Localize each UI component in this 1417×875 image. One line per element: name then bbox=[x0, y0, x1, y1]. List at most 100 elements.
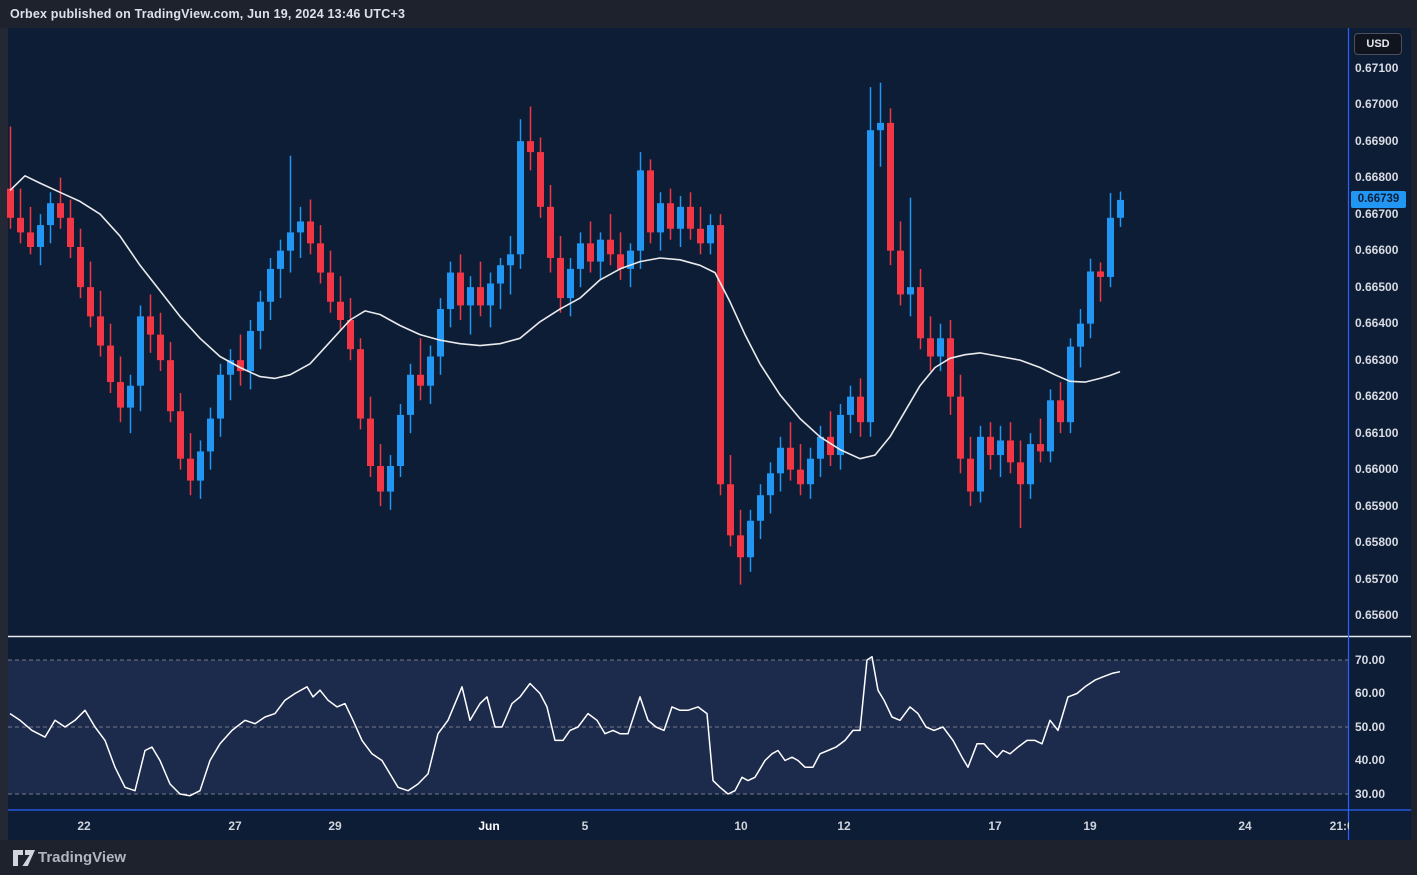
candle-body bbox=[847, 397, 854, 415]
candle-body bbox=[747, 521, 754, 558]
candle-body bbox=[447, 273, 454, 310]
candle-body bbox=[497, 265, 504, 283]
candle-body bbox=[1047, 400, 1054, 451]
candle-body bbox=[1037, 444, 1044, 451]
candle-body bbox=[197, 451, 204, 480]
tradingview-published-chart: Orbex published on TradingView.com, Jun … bbox=[0, 0, 1417, 875]
candle-body bbox=[107, 346, 114, 383]
tradingview-logo-icon[interactable] bbox=[12, 849, 36, 867]
candle-body bbox=[1027, 444, 1034, 484]
candle-body bbox=[1017, 462, 1024, 484]
candle-body bbox=[657, 203, 664, 232]
candle-body bbox=[577, 243, 584, 269]
candle-body bbox=[417, 375, 424, 386]
candle-body bbox=[547, 207, 554, 258]
candle-body bbox=[907, 287, 914, 294]
candle-body bbox=[37, 225, 44, 247]
rsi-band bbox=[8, 660, 1349, 794]
publication-title: Orbex published on TradingView.com, Jun … bbox=[10, 0, 405, 28]
candle-body bbox=[117, 382, 124, 408]
candle-body bbox=[897, 251, 904, 295]
candle-body bbox=[937, 338, 944, 356]
candle-body bbox=[807, 459, 814, 485]
candle-body bbox=[157, 335, 164, 361]
candle-body bbox=[267, 269, 274, 302]
candle-body bbox=[1087, 271, 1094, 323]
candle-body bbox=[567, 269, 574, 298]
candle-body bbox=[337, 302, 344, 320]
candle-body bbox=[147, 316, 154, 334]
candle-body bbox=[187, 459, 194, 481]
candle-body bbox=[177, 411, 184, 458]
candle-body bbox=[327, 273, 334, 302]
candle-body bbox=[7, 189, 14, 218]
candle-body bbox=[607, 240, 614, 255]
candle-body bbox=[347, 320, 354, 349]
candle-body bbox=[587, 243, 594, 261]
candle-body bbox=[317, 243, 324, 272]
candle-body bbox=[687, 207, 694, 229]
candle-body bbox=[467, 287, 474, 305]
candle-body bbox=[967, 459, 974, 492]
candle-body bbox=[1007, 440, 1014, 462]
candle-body bbox=[217, 375, 224, 419]
candle-body bbox=[47, 203, 54, 225]
candle-body bbox=[427, 357, 434, 386]
candle-body bbox=[887, 123, 894, 251]
candle-body bbox=[1107, 218, 1114, 277]
candle-body bbox=[867, 130, 874, 422]
candle-body bbox=[977, 437, 984, 492]
candle-body bbox=[877, 123, 884, 130]
candle-body bbox=[707, 225, 714, 243]
candle-body bbox=[377, 466, 384, 492]
candle-body bbox=[457, 273, 464, 306]
candle-body bbox=[777, 448, 784, 474]
candle-body bbox=[527, 141, 534, 152]
candle-body bbox=[257, 302, 264, 331]
candle-body bbox=[817, 437, 824, 459]
candle-body bbox=[997, 440, 1004, 455]
currency-toggle-button[interactable]: USD bbox=[1354, 33, 1402, 55]
candle-body bbox=[857, 397, 864, 423]
candle-body bbox=[77, 247, 84, 287]
candle-body bbox=[947, 338, 954, 396]
candle-body bbox=[367, 419, 374, 466]
candle-body bbox=[1077, 324, 1084, 347]
candle-body bbox=[677, 207, 684, 229]
candle-body bbox=[297, 221, 304, 232]
candle-body bbox=[727, 484, 734, 535]
candle-body bbox=[537, 152, 544, 207]
candle-body bbox=[1057, 400, 1064, 422]
footer-bar: TradingView bbox=[0, 840, 1417, 875]
candle-body bbox=[487, 284, 494, 306]
candle-body bbox=[507, 254, 514, 265]
candle-body bbox=[397, 415, 404, 466]
candle-body bbox=[207, 419, 214, 452]
candle-body bbox=[127, 386, 134, 408]
candle-body bbox=[957, 397, 964, 459]
candle-body bbox=[57, 203, 64, 218]
candle-body bbox=[767, 473, 774, 495]
candle-body bbox=[17, 218, 24, 233]
candle-body bbox=[277, 251, 284, 269]
candle-body bbox=[137, 316, 144, 385]
candle-body bbox=[27, 232, 34, 247]
header-bar: Orbex published on TradingView.com, Jun … bbox=[0, 0, 1417, 28]
tradingview-brand-label: TradingView bbox=[38, 840, 126, 875]
candle-body bbox=[517, 141, 524, 254]
candle-body bbox=[637, 170, 644, 250]
candle-body bbox=[87, 287, 94, 316]
candle-body bbox=[1117, 200, 1124, 218]
candle-body bbox=[357, 349, 364, 418]
candle-body bbox=[67, 218, 74, 247]
candle-body bbox=[667, 203, 674, 229]
candle-body bbox=[617, 254, 624, 269]
candle-body bbox=[557, 258, 564, 298]
current-price-badge: 0.66739 bbox=[1351, 191, 1406, 208]
candle-body bbox=[307, 221, 314, 243]
price-chart-canvas[interactable] bbox=[0, 0, 1417, 875]
candle-body bbox=[927, 338, 934, 356]
candle-body bbox=[1067, 347, 1074, 423]
candle-body bbox=[1097, 271, 1104, 276]
candle-body bbox=[167, 360, 174, 411]
